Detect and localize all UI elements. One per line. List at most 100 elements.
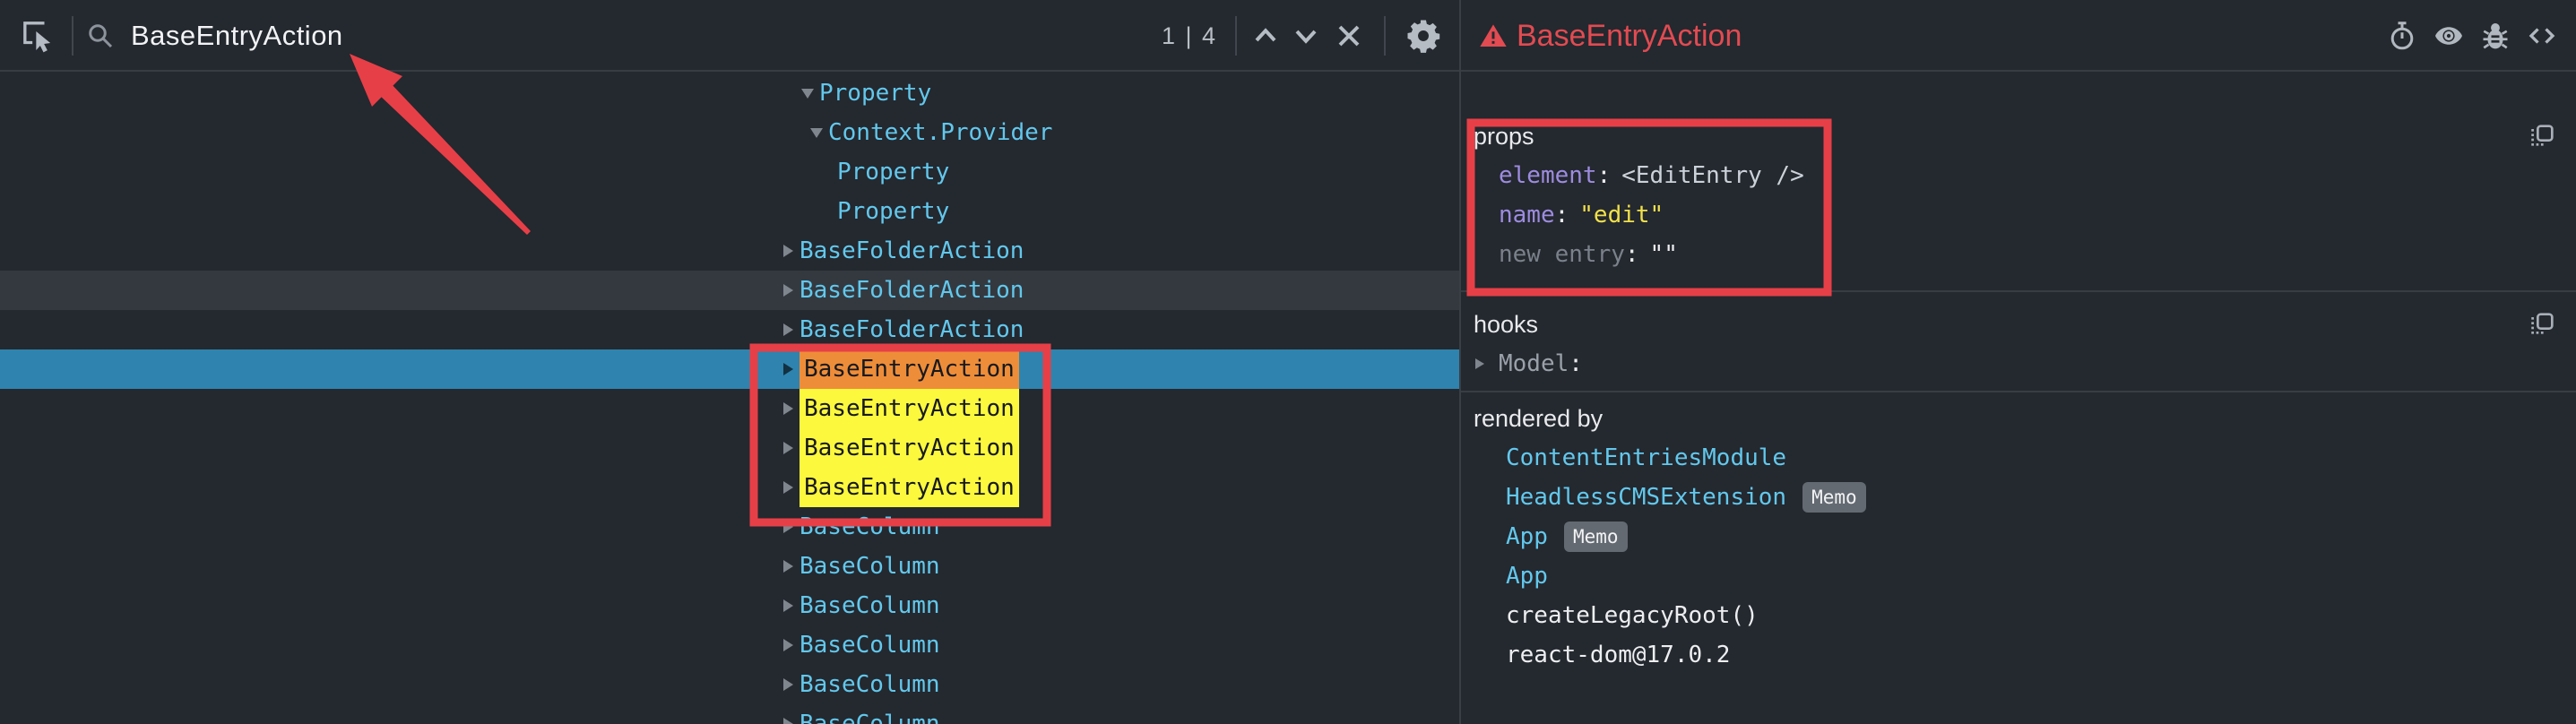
chevron-collapsed-icon[interactable] <box>776 625 800 665</box>
chevron-expanded-icon[interactable] <box>805 113 828 152</box>
warning-triangle-icon <box>1479 22 1508 50</box>
owner-link[interactable]: HeadlessCMSExtension <box>1506 478 1786 517</box>
component-name: Property <box>837 198 949 225</box>
chevron-expanded-icon[interactable] <box>796 73 819 113</box>
code-brackets-icon[interactable] <box>2526 20 2558 52</box>
colon: : <box>1597 162 1612 189</box>
rendered-by-item: ContentEntriesModule <box>1461 438 2576 478</box>
tree-toolbar: BaseEntryAction 1 | 4 <box>0 0 1459 72</box>
inspect-element-icon[interactable] <box>20 18 56 54</box>
prop-row[interactable]: new entry:"" <box>1461 235 2576 274</box>
chevron-collapsed-icon[interactable] <box>776 507 800 547</box>
tree-row[interactable]: Property <box>0 73 1459 113</box>
chevron-collapsed-icon[interactable] <box>776 271 800 310</box>
component-name: BaseEntryAction <box>800 468 1019 507</box>
search-input[interactable]: BaseEntryAction <box>131 0 343 72</box>
toolbar-divider <box>72 16 73 56</box>
tree-row[interactable]: Context.Provider <box>0 113 1459 152</box>
tree-row[interactable]: BaseColumn <box>0 665 1459 704</box>
prop-value: "edit" <box>1579 202 1664 228</box>
rendered-by-item: App Memo <box>1461 517 2576 556</box>
tree-row[interactable]: BaseEntryAction <box>0 468 1459 507</box>
stopwatch-icon[interactable] <box>2386 20 2418 52</box>
memo-badge: Memo <box>1564 521 1628 552</box>
bug-icon[interactable] <box>2479 20 2511 52</box>
clear-search-button[interactable] <box>1331 18 1367 54</box>
search-icon <box>84 20 117 52</box>
tree-row[interactable]: BaseColumn <box>0 547 1459 586</box>
hooks-section-label: hooks <box>1461 305 2576 344</box>
props-entries: element:<EditEntry />name:"edit"new entr… <box>1461 156 2576 274</box>
props-section: props element:<EditEntry />name:"edit"ne… <box>1461 72 2576 292</box>
colon: : <box>1555 202 1569 228</box>
eye-icon[interactable] <box>2433 20 2465 52</box>
owner-link[interactable]: App <box>1506 517 1548 556</box>
tree-row[interactable]: Property <box>0 192 1459 231</box>
rendered-by-item: App <box>1461 556 2576 596</box>
tree-row[interactable]: BaseEntryAction <box>0 349 1459 389</box>
chevron-collapsed-icon[interactable] <box>776 310 800 349</box>
tree-row[interactable]: BaseFolderAction <box>0 231 1459 271</box>
chevron-collapsed-icon[interactable] <box>776 586 800 625</box>
memo-badge: Memo <box>1802 482 1866 513</box>
search-result-counter: 1 | 4 <box>1162 0 1217 72</box>
component-name: BaseFolderAction <box>800 277 1024 304</box>
inspected-component-title: BaseEntryAction <box>1517 0 1742 72</box>
hooks-entries: Model: <box>1461 344 2576 384</box>
chevron-collapsed-icon[interactable] <box>776 428 800 468</box>
hook-row[interactable]: Model: <box>1461 344 2576 384</box>
owner-link[interactable]: App <box>1506 556 1548 596</box>
component-name: BaseColumn <box>800 671 940 698</box>
component-name: BaseColumn <box>800 592 940 619</box>
next-match-button[interactable] <box>1288 18 1324 54</box>
settings-gear-icon[interactable] <box>1404 17 1443 55</box>
component-name: BaseEntryAction <box>800 349 1019 389</box>
tree-row[interactable]: BaseColumn <box>0 625 1459 665</box>
chevron-spacer <box>814 192 837 231</box>
tree-row[interactable]: BaseEntryAction <box>0 428 1459 468</box>
tree-row[interactable]: Property <box>0 152 1459 192</box>
inspector-actions <box>2386 0 2558 72</box>
component-name: BaseFolderAction <box>800 237 1024 264</box>
prop-key: element <box>1499 162 1597 189</box>
rendered-by-item: createLegacyRoot() <box>1461 596 2576 635</box>
tree-row[interactable]: BaseColumn <box>0 704 1459 724</box>
rendered-by-item: HeadlessCMSExtension Memo <box>1461 478 2576 517</box>
chevron-collapsed-icon[interactable] <box>776 547 800 586</box>
chevron-collapsed-icon[interactable] <box>776 704 800 724</box>
colon: : <box>1569 344 1583 384</box>
prop-value: <EditEntry /> <box>1621 162 1804 189</box>
chevron-collapsed-icon[interactable] <box>1475 358 1499 369</box>
tree-row[interactable]: BaseFolderAction <box>0 271 1459 310</box>
copy-hooks-icon[interactable] <box>2528 310 2556 339</box>
tree-row[interactable]: BaseColumn <box>0 507 1459 547</box>
chevron-collapsed-icon[interactable] <box>776 389 800 428</box>
tree-row[interactable]: BaseColumn <box>0 586 1459 625</box>
component-name: BaseColumn <box>800 711 940 724</box>
component-name: BaseEntryAction <box>800 389 1019 428</box>
owner-link[interactable]: ContentEntriesModule <box>1506 438 1786 478</box>
previous-match-button[interactable] <box>1248 18 1284 54</box>
chevron-collapsed-icon[interactable] <box>776 231 800 271</box>
prop-row[interactable]: element: <EditEntry /> <box>1461 156 2576 195</box>
chevron-collapsed-icon[interactable] <box>776 665 800 704</box>
component-name: BaseEntryAction <box>800 428 1019 468</box>
tree-row[interactable]: BaseEntryAction <box>0 389 1459 428</box>
chevron-collapsed-icon[interactable] <box>776 468 800 507</box>
prop-row[interactable]: name:"edit" <box>1461 195 2576 235</box>
toolbar-divider <box>1384 16 1386 56</box>
component-tree: PropertyContext.ProviderPropertyProperty… <box>0 73 1459 724</box>
rendered-by-item: react-dom@17.0.2 <box>1461 635 2576 675</box>
inspector-panel: BaseEntryAction props element: <EditEntry… <box>1461 0 2576 724</box>
tree-row[interactable]: BaseFolderAction <box>0 310 1459 349</box>
copy-props-icon[interactable] <box>2528 122 2556 151</box>
chevron-collapsed-icon[interactable] <box>776 349 800 389</box>
props-section-label: props <box>1461 116 2576 156</box>
owner-text: react-dom@17.0.2 <box>1506 635 1730 675</box>
hook-name: Model <box>1499 344 1569 384</box>
hooks-section: hooks Model: <box>1461 292 2576 392</box>
component-name: BaseFolderAction <box>800 316 1024 343</box>
react-devtools-components-panel: BaseEntryAction 1 | 4 PropertyContext.Pr… <box>0 0 2576 724</box>
prop-value: "" <box>1650 241 1678 268</box>
toolbar-divider <box>1235 16 1237 56</box>
